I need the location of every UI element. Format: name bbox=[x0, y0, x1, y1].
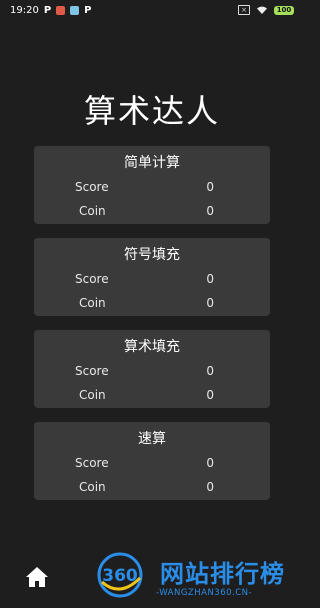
card-title: 符号填充 bbox=[124, 247, 180, 263]
coin-value: 0 bbox=[206, 204, 214, 218]
card-title: 简单计算 bbox=[124, 155, 180, 171]
score-value: 0 bbox=[206, 180, 214, 194]
notification-p-icon: P bbox=[43, 4, 52, 16]
status-right: × 100 bbox=[238, 5, 294, 15]
mode-card-quick-calc[interactable]: 速算 Score 0 Coin 0 bbox=[34, 422, 270, 500]
watermark: 360 网站排行榜 -WANGZHAN360.CN- bbox=[96, 548, 300, 604]
status-bar: 19:20 P P × 100 bbox=[0, 0, 304, 20]
score-value: 0 bbox=[206, 456, 214, 470]
notification-app-icon bbox=[70, 5, 80, 15]
home-icon[interactable] bbox=[25, 566, 49, 588]
card-title: 速算 bbox=[138, 431, 166, 447]
coin-label: Coin bbox=[79, 204, 106, 218]
mode-card-arithmetic-fill[interactable]: 算术填充 Score 0 Coin 0 bbox=[34, 330, 270, 408]
battery-icon: 100 bbox=[274, 5, 294, 15]
no-sim-icon: × bbox=[238, 5, 250, 15]
score-label: Score bbox=[75, 456, 109, 470]
status-left: 19:20 P P bbox=[10, 5, 92, 16]
watermark-text: 网站排行榜 bbox=[160, 560, 285, 588]
notification-app-icon bbox=[56, 5, 66, 15]
score-label: Score bbox=[75, 180, 109, 194]
coin-label: Coin bbox=[79, 388, 106, 402]
app-title: 算术达人 bbox=[83, 92, 220, 130]
card-title: 算术填充 bbox=[124, 339, 180, 355]
status-time: 19:20 bbox=[10, 4, 39, 16]
watermark-logo-text: 360 bbox=[102, 566, 138, 586]
coin-value: 0 bbox=[206, 480, 214, 494]
score-value: 0 bbox=[206, 272, 214, 286]
watermark-subtext: -WANGZHAN360.CN- bbox=[156, 588, 253, 598]
score-label: Score bbox=[75, 364, 109, 378]
wifi-icon bbox=[257, 6, 267, 14]
score-value: 0 bbox=[206, 364, 214, 378]
watermark-logo-icon: 360 bbox=[97, 552, 143, 598]
coin-label: Coin bbox=[79, 480, 106, 494]
mode-card-simple-calc[interactable]: 简单计算 Score 0 Coin 0 bbox=[34, 146, 270, 224]
notification-p-icon: P bbox=[84, 4, 92, 16]
mode-card-symbol-fill[interactable]: 符号填充 Score 0 Coin 0 bbox=[34, 238, 270, 316]
coin-value: 0 bbox=[206, 388, 214, 402]
coin-label: Coin bbox=[79, 296, 106, 310]
score-label: Score bbox=[75, 272, 109, 286]
coin-value: 0 bbox=[206, 296, 214, 310]
